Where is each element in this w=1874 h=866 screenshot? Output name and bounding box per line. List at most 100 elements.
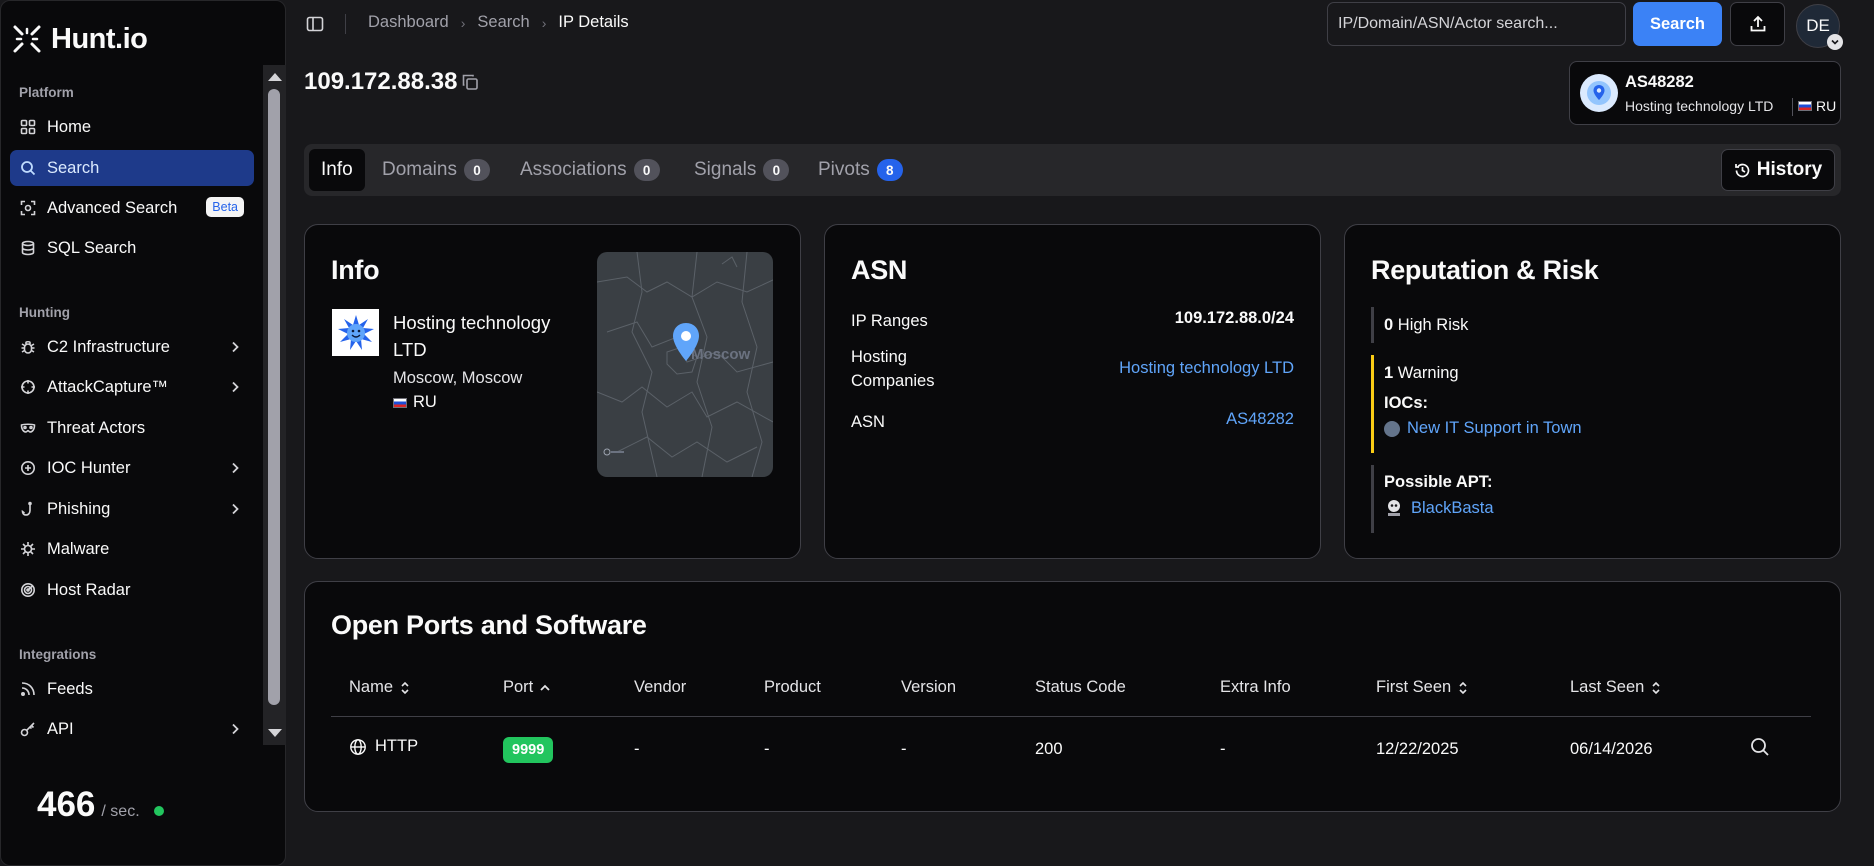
warning-label: Warning: [1397, 364, 1459, 382]
asn-label: ASN: [851, 413, 885, 431]
sidebar-item-c2-infrastructure[interactable]: C2 Infrastructure: [10, 329, 254, 365]
tab-associations[interactable]: Associations 0: [508, 149, 672, 191]
page-title: 109.172.88.38: [304, 68, 458, 95]
sidebar-item-sql-search[interactable]: SQL Search: [10, 230, 254, 266]
copy-icon[interactable]: [461, 73, 479, 91]
possible-apt-label: Possible APT:: [1384, 473, 1493, 491]
globe-icon: [350, 738, 366, 755]
tab-label: Info: [321, 159, 353, 180]
country-code: RU: [1816, 98, 1837, 114]
service-name: HTTP: [375, 737, 419, 755]
info-card: Info Hosting technology LTD Moscow, Mosc…: [304, 224, 801, 559]
asn-link[interactable]: AS48282: [1226, 410, 1294, 429]
sidebar-item-label: SQL Search: [47, 238, 137, 257]
plus-circle-icon: [19, 459, 37, 477]
section-title-platform: Platform: [19, 85, 74, 100]
status-dot: [153, 806, 164, 816]
column-header-first-seen[interactable]: First Seen: [1376, 678, 1469, 697]
sidebar-nav: Platform Home Search Advanced Search Bet…: [1, 71, 263, 751]
location-map[interactable]: Moscow: [597, 252, 773, 477]
tab-info[interactable]: Info: [309, 149, 365, 191]
export-button[interactable]: [1730, 2, 1785, 46]
sidebar-item-advanced-search[interactable]: Advanced Search Beta: [10, 190, 254, 226]
chevron-right-icon: ›: [541, 14, 547, 31]
sidebar-item-phishing[interactable]: Phishing: [10, 491, 254, 527]
iocs-label: IOCs:: [1384, 394, 1429, 412]
high-risk-count: 0: [1384, 316, 1394, 334]
sidebar-item-search[interactable]: Search: [10, 150, 254, 186]
reputation-risk-card: Reputation & Risk 0 High Risk 1 Warning …: [1344, 224, 1841, 559]
count-badge: 0: [633, 159, 660, 181]
asn-summary-card[interactable]: AS48282 Hosting technology LTD RU: [1569, 61, 1841, 125]
sidebar-item-host-radar[interactable]: Host Radar: [10, 572, 254, 608]
column-header-product: Product: [764, 678, 821, 696]
chevron-right-icon: ›: [460, 14, 466, 31]
sort-icon: [1459, 681, 1467, 694]
sidebar-toggle-icon[interactable]: [305, 14, 325, 34]
search-icon[interactable]: [1749, 736, 1771, 758]
org-location: Moscow, Moscow: [393, 369, 523, 387]
tab-signals[interactable]: Signals 0: [682, 149, 801, 191]
column-header-vendor: Vendor: [634, 678, 687, 696]
column-header-port[interactable]: Port: [503, 678, 551, 697]
threat-actor-icon: [1388, 500, 1400, 516]
card-title: Reputation & Risk: [1371, 255, 1599, 285]
scroll-up-arrow[interactable]: [268, 73, 282, 81]
sidebar-item-label: Search: [47, 158, 100, 177]
history-icon: [1734, 163, 1750, 177]
card-title: Open Ports and Software: [331, 610, 647, 640]
key-icon: [19, 720, 37, 738]
breadcrumb-dashboard[interactable]: Dashboard: [368, 13, 449, 32]
cell-extra-info: -: [1220, 740, 1226, 758]
cell-product: -: [764, 740, 770, 758]
sidebar-item-api[interactable]: API: [10, 711, 254, 747]
hosting-company-link[interactable]: Hosting technology LTD: [1119, 359, 1294, 378]
location-pin-icon: [1580, 74, 1618, 112]
chevron-right-icon: [232, 723, 239, 735]
header-label: Port: [503, 678, 534, 696]
column-header-name[interactable]: Name: [349, 678, 411, 697]
chevron-down-icon[interactable]: [1827, 34, 1843, 50]
fishing-hook-icon: [19, 500, 37, 518]
port-badge[interactable]: 9999: [503, 737, 554, 763]
search-button[interactable]: Search: [1633, 2, 1722, 46]
tab-label: Associations: [520, 159, 627, 180]
asn-card-org: Hosting technology LTD: [1625, 98, 1774, 114]
tab-domains[interactable]: Domains 0: [370, 149, 502, 191]
search-icon: [19, 159, 37, 177]
bug-icon: [19, 338, 37, 356]
sidebar-item-ioc-hunter[interactable]: IOC Hunter: [10, 450, 254, 486]
tab-bar: Info Domains 0 Associations 0 Signals 0 …: [304, 144, 1841, 196]
sidebar-item-attackcapture[interactable]: AttackCapture™: [10, 369, 254, 405]
column-header-version: Version: [901, 678, 957, 696]
card-title: Info: [331, 255, 380, 285]
map-pin-icon: [673, 323, 699, 361]
history-button[interactable]: History: [1721, 149, 1835, 191]
ioc-link[interactable]: New IT Support in Town: [1384, 419, 1582, 438]
column-header-last-seen[interactable]: Last Seen: [1570, 678, 1662, 697]
warning-count: 1: [1384, 364, 1394, 382]
global-search-input[interactable]: [1327, 2, 1626, 46]
sidebar-item-label: Host Radar: [47, 580, 131, 599]
chevron-right-icon: [232, 462, 239, 474]
sidebar-item-threat-actors[interactable]: Threat Actors: [10, 410, 254, 446]
breadcrumb-current: IP Details: [558, 13, 629, 31]
chevron-right-icon: [232, 341, 239, 353]
sidebar-item-label: Advanced Search: [47, 198, 178, 217]
sidebar-item-home[interactable]: Home: [10, 109, 254, 145]
header-label: Last Seen: [1570, 678, 1645, 696]
tab-label: Signals: [694, 159, 757, 180]
breadcrumb-search[interactable]: Search: [477, 13, 529, 32]
sidebar-item-label: Malware: [47, 539, 110, 558]
apt-link[interactable]: BlackBasta: [1384, 498, 1494, 518]
card-title: ASN: [851, 255, 908, 285]
tab-pivots[interactable]: Pivots 8: [806, 149, 915, 191]
tab-label: Pivots: [818, 159, 870, 180]
scroll-thumb[interactable]: [268, 89, 280, 705]
sort-icon: [1652, 681, 1660, 694]
sidebar-scrollbar[interactable]: [263, 65, 286, 745]
sidebar-item-malware[interactable]: Malware: [10, 531, 254, 567]
scroll-down-arrow[interactable]: [268, 729, 282, 737]
sidebar-item-feeds[interactable]: Feeds: [10, 671, 254, 707]
logo[interactable]: Hunt.io: [11, 21, 148, 57]
